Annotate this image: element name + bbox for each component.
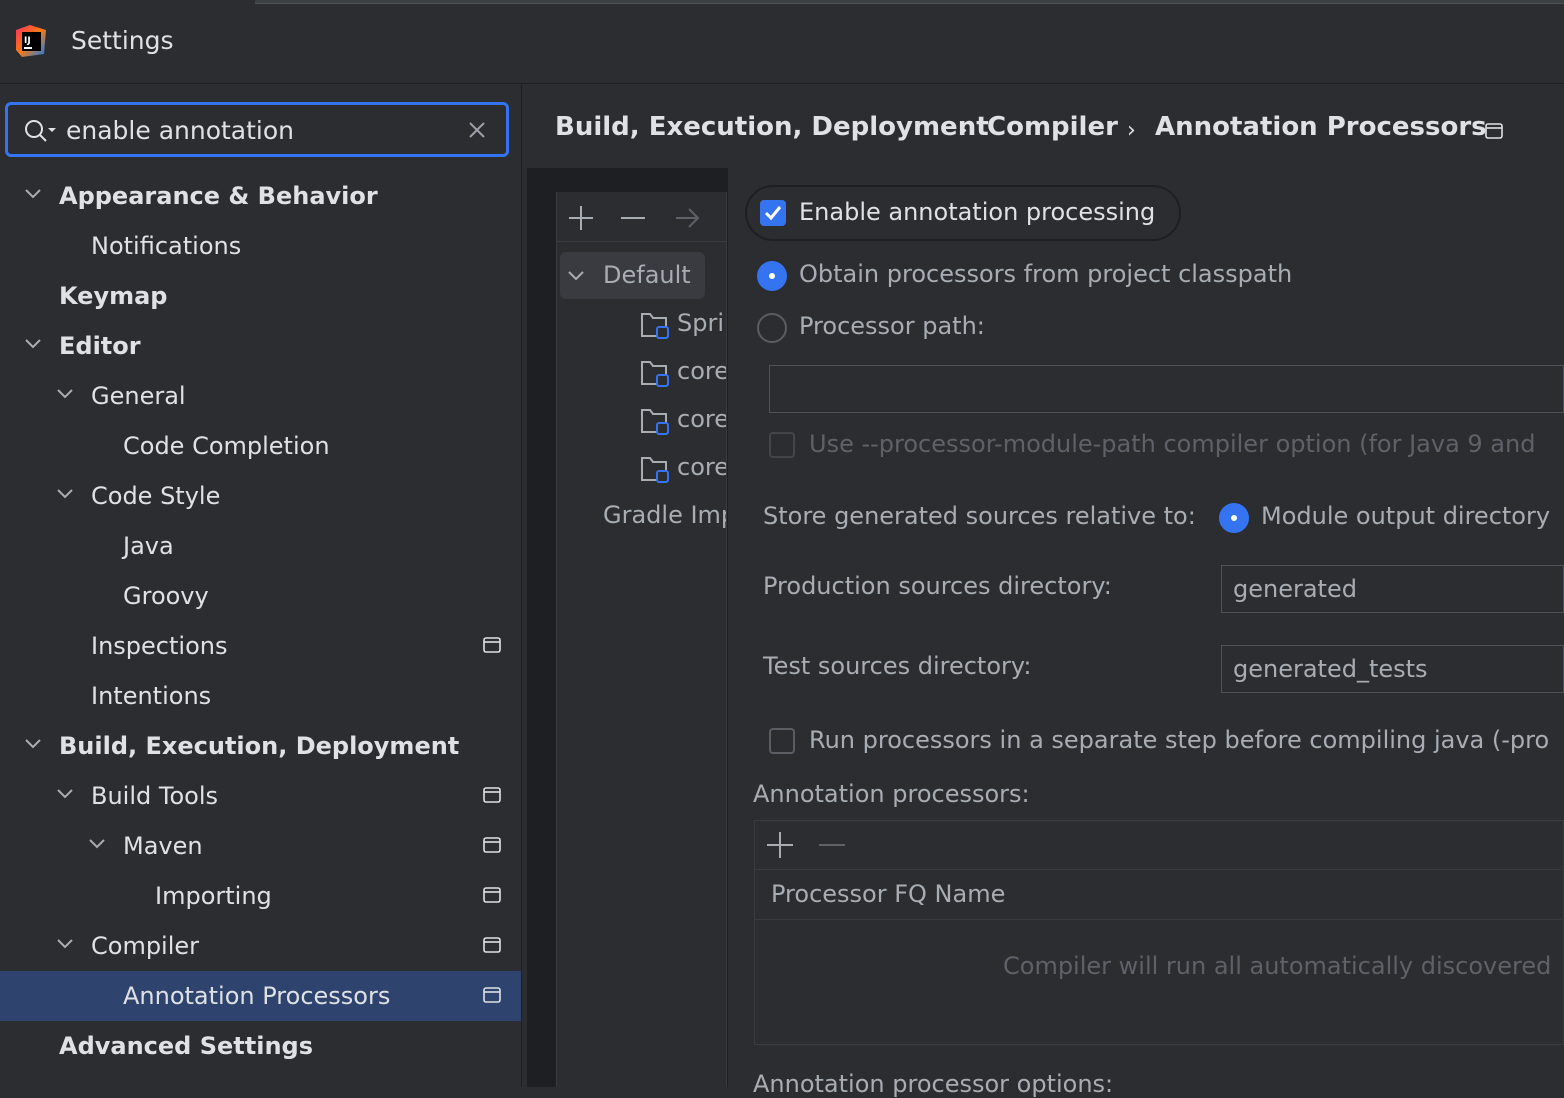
processor-path-radio[interactable]: [757, 313, 787, 343]
tree-item-annotation-processors[interactable]: Annotation Processors: [123, 971, 390, 1021]
tree-item-build[interactable]: Build, Execution, Deployment: [59, 721, 459, 771]
chevron-down-icon[interactable]: [24, 188, 42, 200]
tree-item-code-completion[interactable]: Code Completion: [123, 421, 330, 471]
tree-item-groovy[interactable]: Groovy: [123, 571, 209, 621]
chevron-down-icon[interactable]: [56, 788, 74, 800]
module-folder-icon: [641, 313, 669, 339]
project-scope-icon: [483, 887, 501, 903]
module-item[interactable]: core: [677, 405, 726, 433]
processors-empty-text: Compiler will run all automatically disc…: [1003, 952, 1552, 980]
annotation-options-label: Annotation processor options:: [753, 1070, 1114, 1098]
module-output-label: Module output directory: [1261, 502, 1551, 530]
chevron-down-icon[interactable]: [567, 270, 585, 282]
search-input[interactable]: [66, 113, 456, 147]
search-icon[interactable]: [24, 119, 58, 143]
project-scope-icon: [483, 987, 501, 1003]
profile-gradle-imported[interactable]: Gradle Imp: [603, 501, 726, 529]
module-item[interactable]: core: [677, 357, 726, 385]
project-scope-icon: [483, 787, 501, 803]
obtain-from-classpath-label: Obtain processors from project classpath: [799, 260, 1293, 288]
tree-item-advanced-settings[interactable]: Advanced Settings: [59, 1021, 313, 1071]
project-scope-icon: [483, 837, 501, 853]
store-generated-label: Store generated sources relative to:: [763, 502, 1196, 530]
breadcrumb-annotation-processors: Annotation Processors: [1155, 112, 1487, 142]
title-bar: [0, 0, 1564, 84]
processor-path-label: Processor path:: [799, 312, 985, 340]
tree-item-code-style[interactable]: Code Style: [91, 471, 220, 521]
remove-icon[interactable]: [818, 831, 846, 859]
chevron-down-icon[interactable]: [88, 838, 106, 850]
svg-text:IJ: IJ: [24, 36, 31, 46]
run-separate-step-label: Run processors in a separate step before…: [809, 726, 1550, 754]
breadcrumb-compiler[interactable]: Compiler: [987, 112, 1118, 142]
processor-fq-name-header[interactable]: Processor FQ Name: [771, 880, 1005, 908]
module-folder-icon: [641, 457, 669, 483]
enable-annotation-label: Enable annotation processing: [799, 198, 1156, 226]
production-sources-label: Production sources directory:: [763, 572, 1112, 600]
settings-search-box[interactable]: [5, 102, 509, 157]
tree-item-inspections[interactable]: Inspections: [91, 621, 227, 671]
tree-item-java[interactable]: Java: [123, 521, 174, 571]
editor-tab-strip: [255, 0, 1564, 4]
tree-item-compiler[interactable]: Compiler: [91, 921, 199, 971]
processor-path-input[interactable]: [769, 365, 1564, 413]
project-scope-icon: [483, 637, 501, 653]
module-path-label: Use --processor-module-path compiler opt…: [809, 430, 1536, 458]
chevron-down-icon[interactable]: [24, 338, 42, 350]
tree-item-importing[interactable]: Importing: [155, 871, 272, 921]
tree-item-intentions[interactable]: Intentions: [91, 671, 211, 721]
window-title: Settings: [71, 26, 174, 55]
module-path-checkbox[interactable]: [769, 432, 795, 458]
processors-table-toolbar: [754, 820, 1564, 870]
add-icon[interactable]: [568, 205, 594, 231]
tree-item-build-tools[interactable]: Build Tools: [91, 771, 218, 821]
annotation-processors-label: Annotation processors:: [753, 780, 1030, 808]
enable-annotation-checkbox[interactable]: [760, 200, 786, 226]
checkmark-icon: [764, 206, 782, 221]
obtain-from-classpath-radio[interactable]: [757, 261, 787, 291]
chevron-down-icon[interactable]: [24, 738, 42, 750]
chevron-down-icon[interactable]: [56, 388, 74, 400]
module-folder-icon: [641, 409, 669, 435]
run-separate-step-checkbox[interactable]: [769, 728, 795, 754]
test-sources-input[interactable]: generated_tests: [1221, 645, 1564, 693]
module-folder-icon: [641, 361, 669, 387]
remove-icon[interactable]: [620, 205, 646, 231]
settings-sidebar: [0, 85, 522, 1087]
project-scope-icon: [1485, 123, 1503, 139]
clear-search-icon[interactable]: [468, 121, 486, 139]
module-item[interactable]: Spri: [677, 309, 726, 337]
tree-item-editor[interactable]: Editor: [59, 321, 141, 371]
chevron-down-icon[interactable]: [56, 938, 74, 950]
chevron-down-icon[interactable]: [56, 488, 74, 500]
tree-item-general[interactable]: General: [91, 371, 186, 421]
tree-item-appearance[interactable]: Appearance & Behavior: [59, 171, 378, 221]
breadcrumb-separator: ›: [1127, 118, 1136, 143]
tree-item-notifications[interactable]: Notifications: [91, 221, 241, 271]
test-sources-label: Test sources directory:: [763, 652, 1032, 680]
add-icon[interactable]: [766, 831, 794, 859]
module-output-radio[interactable]: [1219, 503, 1249, 533]
intellij-logo-icon: IJ: [16, 25, 46, 57]
breadcrumb-separator: ›: [959, 118, 968, 143]
breadcrumb-build[interactable]: Build, Execution, Deployment: [555, 112, 989, 142]
project-scope-icon: [483, 937, 501, 953]
profiles-toolbar: [556, 192, 727, 242]
profile-default-label: Default: [603, 261, 691, 289]
production-sources-input[interactable]: generated: [1221, 565, 1564, 613]
move-arrow-icon[interactable]: [674, 205, 700, 231]
tree-item-keymap[interactable]: Keymap: [59, 271, 167, 321]
module-item[interactable]: core: [677, 453, 726, 481]
tree-item-maven[interactable]: Maven: [123, 821, 203, 871]
